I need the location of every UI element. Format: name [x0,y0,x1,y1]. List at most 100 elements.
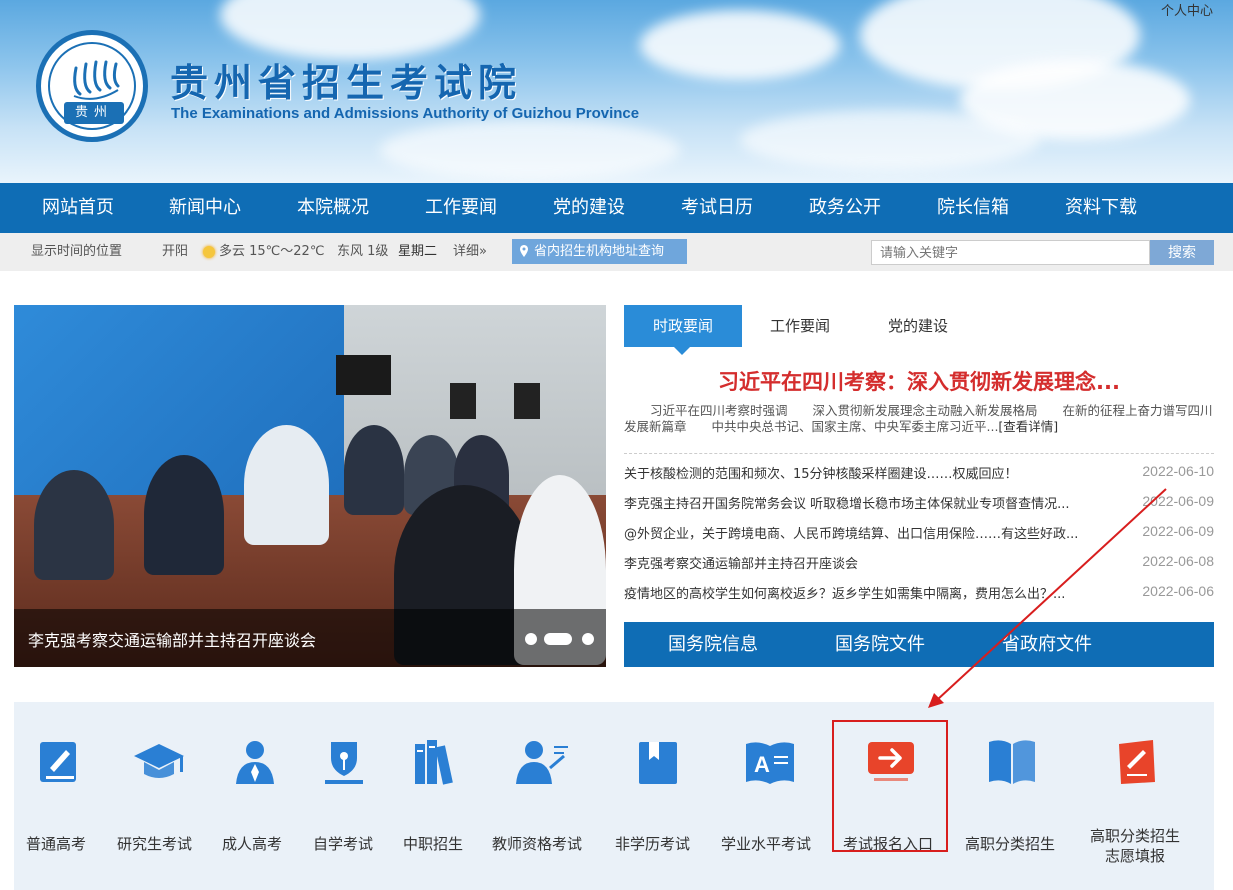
news-title[interactable]: 李克强主持召开国务院常务会议 听取稳增长稳市场主体保就业专项督查情况... [624,493,1104,512]
cloud-decoration [380,120,680,180]
service-label-line: 高职分类招生 [1089,827,1180,845]
service-general-gaokao[interactable]: 普通高考 [14,702,104,890]
site-subtitle: The Examinations and Admissions Authorit… [171,105,640,122]
logo-wave-mark-icon [73,60,120,100]
summary-text: 习近平在四川考察时强调 深入贯彻新发展理念主动融入新发展格局 在新的征程上奋力谱… [624,403,1213,434]
address-query-button[interactable]: 省内招生机构地址查询 [512,239,687,264]
news-date: 2022-06-08 [1142,553,1214,569]
news-title[interactable]: 李克强考察交通运输部并主持召开座谈会 [624,553,1104,572]
slideshow-caption-bar: 李克强考察交通运输部并主持召开座谈会 [14,609,606,667]
list-item[interactable]: 关于核酸检测的范围和频次、15分钟核酸采样圈建设……权威回应！ 2022-06-… [624,463,1214,493]
news-date: 2022-06-09 [1142,493,1214,509]
service-label: 高职分类招生 志愿填报 [1087,826,1183,866]
cloud-decoration [640,10,840,80]
photo-person [244,425,329,545]
svg-text:A: A [754,752,770,777]
address-query-label: 省内招生机构地址查询 [534,244,665,259]
teacher-icon [516,741,568,784]
slide-dot[interactable] [525,633,537,645]
slideshow-caption[interactable]: 李克强考察交通运输部并主持召开座谈会 [28,627,316,651]
photo-speaker [450,383,476,419]
news-title[interactable]: @外贸企业，关于跨境电商、人民币跨境结算、出口信用保险……有这些好政... [624,523,1104,542]
service-self-study-exam[interactable]: 自学考试 [304,702,384,890]
wind-text: 东风 1级 [337,244,389,259]
site-header: 个人中心 贵州 贵州省招生考试院 The Examinations and Ad… [0,0,1233,183]
search-button[interactable]: 搜索 [1150,240,1214,265]
nav-item-home[interactable]: 网站首页 [42,183,114,233]
news-title[interactable]: 关于核酸检测的范围和频次、15分钟核酸采样圈建设……权威回应！ [624,463,1104,482]
logo-text: 贵州 [64,102,124,124]
sun-icon [203,246,215,258]
news-date: 2022-06-09 [1142,523,1214,539]
main-nav: 网站首页 新闻中心 本院概况 工作要闻 党的建设 考试日历 政务公开 院长信箱 … [0,183,1233,233]
list-item[interactable]: 李克强考察交通运输部并主持召开座谈会 2022-06-08 [624,553,1214,583]
list-item[interactable]: @外贸企业，关于跨境电商、人民币跨境结算、出口信用保险……有这些好政... 20… [624,523,1214,553]
registration-entry-highlight-box [832,720,948,852]
service-label: 中职招生 [403,835,464,853]
service-label: 自学考试 [313,835,374,853]
nav-item-work-news[interactable]: 工作要闻 [425,183,497,233]
photo-person [344,425,404,515]
location-pin-icon [520,245,528,257]
search-input[interactable] [871,240,1150,265]
time-location-text: 显示时间的位置 [31,244,123,259]
service-vocational-application-filling[interactable]: 高职分类招生 志愿填报 [1079,702,1194,890]
tab-state-council-info[interactable]: 国务院信息 [668,622,758,667]
logo-ring: 贵州 [48,42,136,130]
weather-detail-link[interactable]: 详细» [453,233,487,271]
nav-item-news[interactable]: 新闻中心 [169,183,241,233]
service-vocational-admission[interactable]: 中职招生 [394,702,474,890]
photo-monitor [336,355,391,395]
view-details-link[interactable]: [查看详情] [998,419,1058,434]
service-higher-vocational-admission[interactable]: 高职分类招生 [959,702,1064,890]
tab-party-building[interactable]: 党的建设 [872,305,964,347]
news-date: 2022-06-10 [1142,463,1214,479]
headline-link[interactable]: 习近平在四川考察：深入贯彻新发展理念... [624,366,1214,396]
site-title: 贵州省招生考试院 [170,60,523,105]
headline-summary: 习近平在四川考察时强调 深入贯彻新发展理念主动融入新发展格局 在新的征程上奋力谱… [624,403,1214,435]
news-title[interactable]: 疫情地区的高校学生如何离校返乡？返乡学生如需集中隔离，费用怎么出？... [624,583,1104,602]
service-academic-proficiency[interactable]: A 学业水平考试 [714,702,824,890]
news-slideshow[interactable]: 李克强考察交通运输部并主持召开座谈会 [14,305,606,667]
slide-dot[interactable] [582,633,594,645]
service-label: 研究生考试 [117,835,193,853]
site-logo[interactable]: 贵州 [36,30,148,142]
weather-text: 多云 15℃～22℃ [219,244,325,259]
pen-nib-icon [325,742,363,784]
service-non-degree-exam[interactable]: 非学历考试 [609,702,704,890]
tab-provincial-docs[interactable]: 省政府文件 [1002,622,1092,667]
nav-item-downloads[interactable]: 资料下载 [1065,183,1137,233]
service-label: 教师资格考试 [492,835,583,853]
news-divider [624,453,1214,454]
nav-item-about[interactable]: 本院概况 [297,183,369,233]
service-postgraduate-exam[interactable]: 研究生考试 [114,702,204,890]
nav-item-exam-calendar[interactable]: 考试日历 [681,183,753,233]
slide-dot-active[interactable] [544,633,572,645]
user-center-link[interactable]: 个人中心 [1161,0,1213,19]
nav-item-director-mailbox[interactable]: 院长信箱 [937,183,1009,233]
open-book-icon [989,740,1035,784]
list-item[interactable]: 疫情地区的高校学生如何离校返乡？返乡学生如需集中隔离，费用怎么出？... 202… [624,583,1214,613]
photo-person [144,455,224,575]
tab-current-affairs[interactable]: 时政要闻 [624,305,742,347]
pen-book-icon [40,742,76,782]
nav-item-gov-affairs[interactable]: 政务公开 [809,183,881,233]
tab-work-news[interactable]: 工作要闻 [754,305,846,347]
service-icons-panel: 普通高考 研究生考试 成人高考 自学考试 中职招生 教师资格考试 非学历考试 A… [14,702,1214,890]
service-label: 高职分类招生 [965,835,1056,853]
service-label: 学业水平考试 [721,835,812,853]
person-tie-icon [236,741,274,784]
service-adult-gaokao[interactable]: 成人高考 [214,702,294,890]
form-pen-icon [1119,740,1155,784]
service-label-line: 志愿填报 [1104,847,1165,865]
service-label: 普通高考 [26,835,87,853]
list-item[interactable]: 李克强主持召开国务院常务会议 听取稳增长稳市场主体保就业专项督查情况... 20… [624,493,1214,523]
news-date: 2022-06-06 [1142,583,1214,599]
cloud-decoration [740,110,1040,170]
photo-person [34,470,114,580]
weekday-text: 星期二 [398,244,438,259]
nav-item-party[interactable]: 党的建设 [553,183,625,233]
service-teacher-qualification[interactable]: 教师资格考试 [484,702,599,890]
tab-state-council-docs[interactable]: 国务院文件 [835,622,925,667]
weather-city: 开阳 [162,244,189,259]
